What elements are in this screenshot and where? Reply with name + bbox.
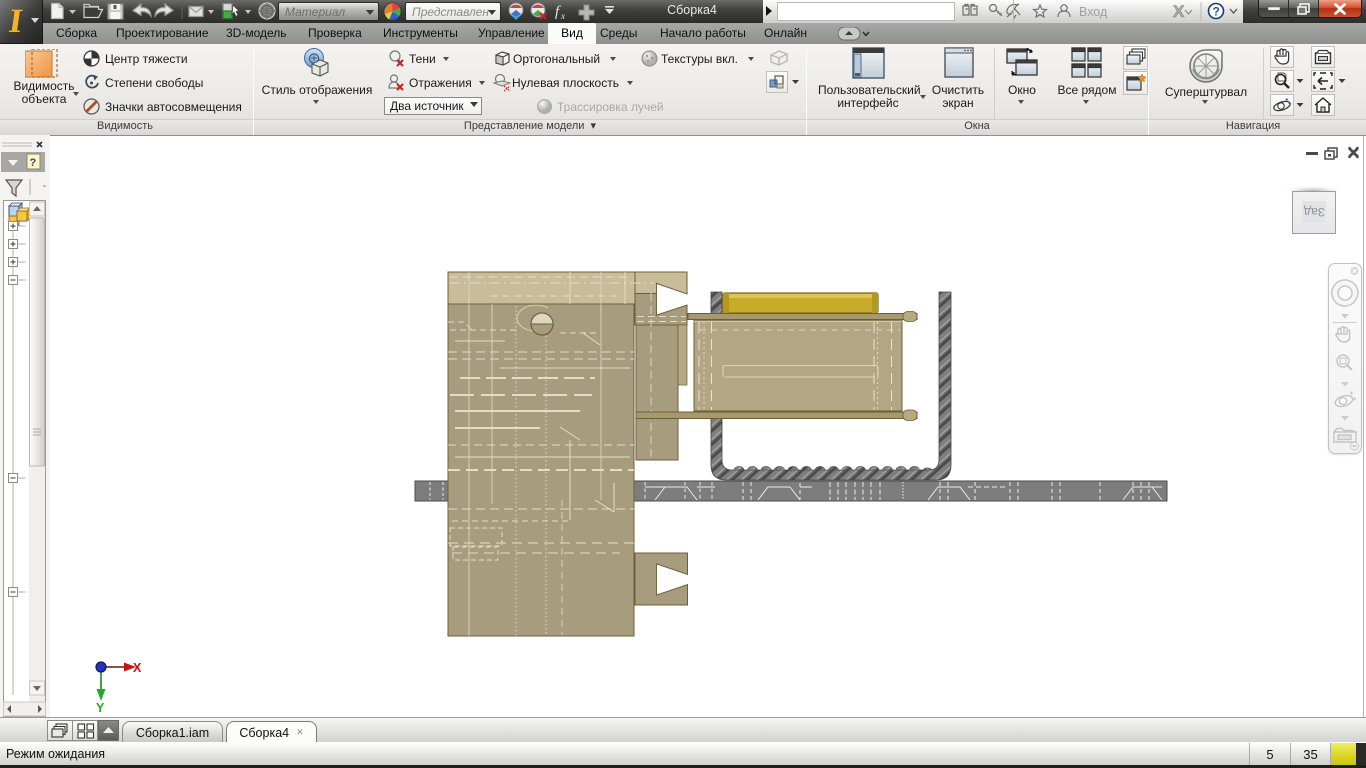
svg-text:X: X xyxy=(1173,2,1185,21)
svg-text:?: ? xyxy=(1213,5,1220,19)
svg-text:?: ? xyxy=(30,157,37,169)
svg-text:x: x xyxy=(560,11,565,21)
svg-text:Вход: Вход xyxy=(1079,5,1108,19)
